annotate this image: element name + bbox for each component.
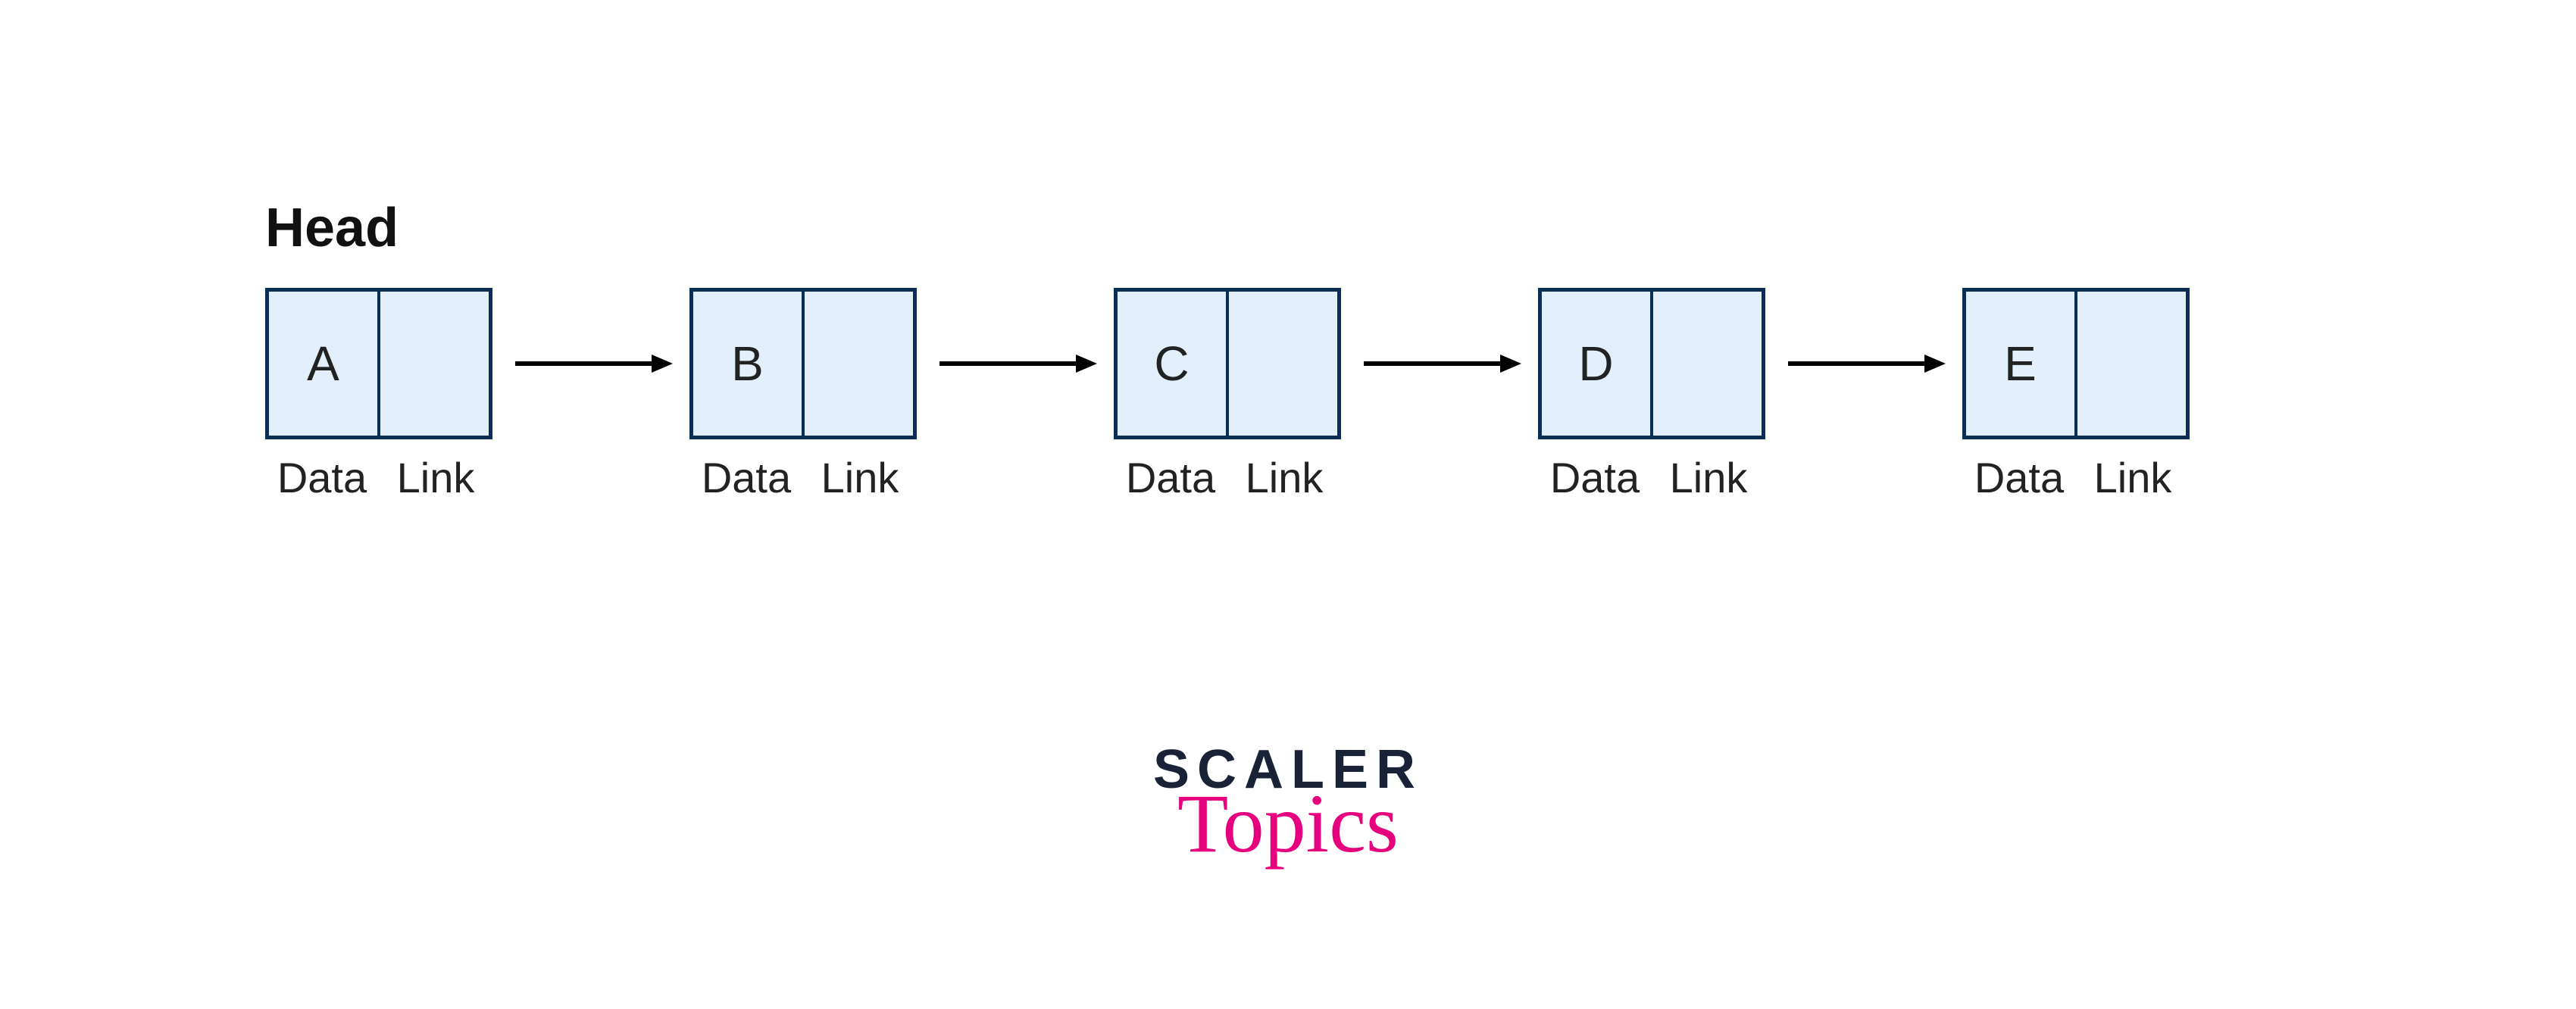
list-node: E Data Link: [1962, 288, 2190, 502]
node-box: D: [1538, 288, 1765, 439]
arrow-icon: [917, 288, 1114, 439]
data-label: Data: [265, 453, 379, 502]
data-label: Data: [689, 453, 803, 502]
list-node: A Data Link: [265, 288, 492, 502]
data-label: Data: [1962, 453, 2076, 502]
node-data-cell: D: [1538, 288, 1652, 439]
node-box: B: [689, 288, 917, 439]
logo-line2: Topics: [1153, 782, 1423, 865]
arrow-icon: [1765, 288, 1962, 439]
node-sublabels: Data Link: [689, 453, 917, 502]
node-link-cell: [803, 288, 917, 439]
link-label: Link: [1227, 453, 1341, 502]
node-link-cell: [1652, 288, 1765, 439]
node-data-cell: A: [265, 288, 379, 439]
linked-list-row: A Data Link B Data Link: [265, 288, 2190, 502]
link-label: Link: [803, 453, 917, 502]
diagram-canvas: Head A Data Link B Data Link: [0, 0, 2576, 1009]
node-sublabels: Data Link: [1114, 453, 1341, 502]
node-sublabels: Data Link: [1962, 453, 2190, 502]
link-label: Link: [1652, 453, 1765, 502]
data-label: Data: [1538, 453, 1652, 502]
node-sublabels: Data Link: [1538, 453, 1765, 502]
link-label: Link: [2076, 453, 2190, 502]
list-node: C Data Link: [1114, 288, 1341, 502]
node-box: A: [265, 288, 492, 439]
arrow-icon: [492, 288, 689, 439]
list-node: D Data Link: [1538, 288, 1765, 502]
node-link-cell: [2076, 288, 2190, 439]
node-sublabels: Data Link: [265, 453, 492, 502]
node-data-cell: E: [1962, 288, 2076, 439]
data-label: Data: [1114, 453, 1227, 502]
node-box: E: [1962, 288, 2190, 439]
node-data-cell: B: [689, 288, 803, 439]
arrow-icon: [1341, 288, 1538, 439]
link-label: Link: [379, 453, 492, 502]
node-box: C: [1114, 288, 1341, 439]
head-label: Head: [265, 197, 399, 259]
node-data-cell: C: [1114, 288, 1227, 439]
list-node: B Data Link: [689, 288, 917, 502]
node-link-cell: [379, 288, 492, 439]
brand-logo: SCALER Topics: [1153, 742, 1423, 865]
node-link-cell: [1227, 288, 1341, 439]
